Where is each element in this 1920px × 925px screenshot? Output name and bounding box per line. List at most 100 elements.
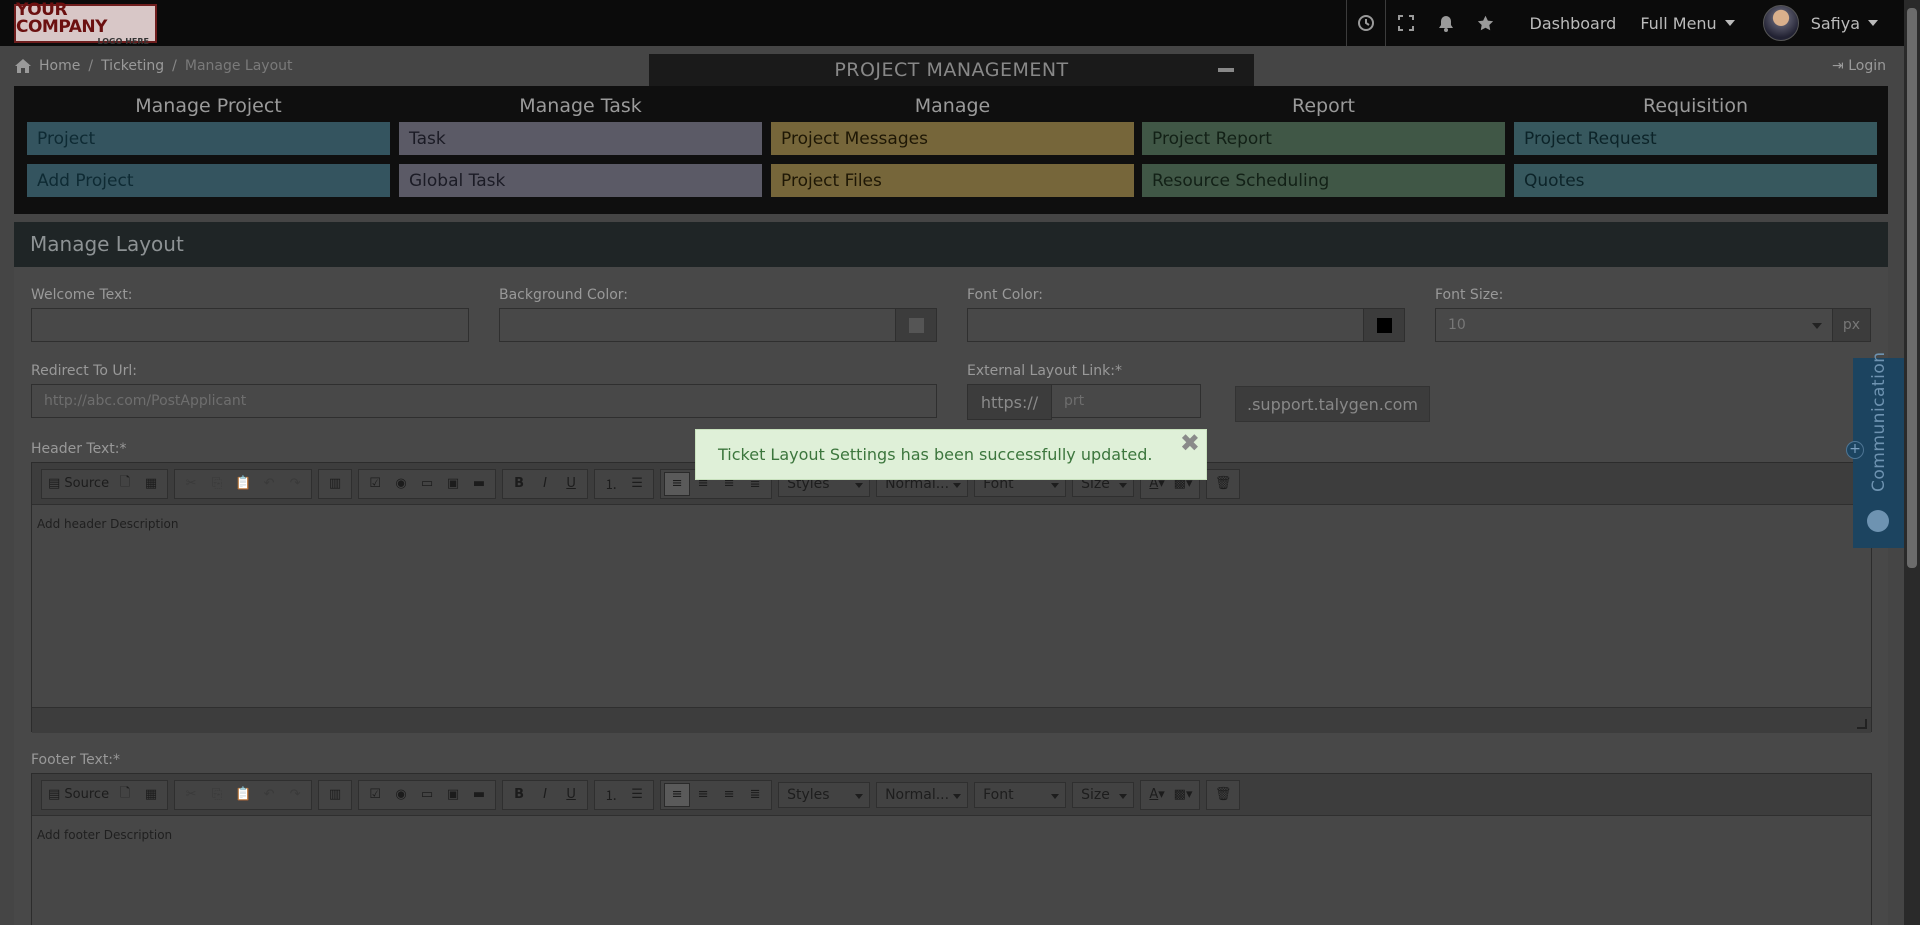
avatar[interactable]: [1762, 5, 1799, 41]
copy-icon[interactable]: ⎘: [204, 783, 230, 807]
undo-icon[interactable]: ↶: [256, 472, 282, 496]
image-button-icon[interactable]: ▣: [440, 472, 466, 496]
radio-icon[interactable]: ◉: [388, 472, 414, 496]
font-color-swatch[interactable]: [1363, 308, 1405, 342]
paste-icon[interactable]: 📋: [230, 783, 256, 807]
bulleted-list-icon[interactable]: ☰: [624, 783, 650, 807]
pm-item-project-files[interactable]: Project Files: [771, 164, 1134, 197]
trash-icon[interactable]: 🗑: [1210, 783, 1236, 807]
top-navbar: YOUR COMPANY LOGO HERE Dashboard Full Me…: [0, 0, 1904, 46]
dashboard-link[interactable]: Dashboard: [1530, 14, 1617, 33]
pm-item-quotes[interactable]: Quotes: [1514, 164, 1877, 197]
toolbar-group: B I U: [502, 779, 589, 810]
minimize-icon[interactable]: [1218, 68, 1234, 72]
align-right-icon[interactable]: ≡: [716, 783, 742, 807]
hidden-field-icon[interactable]: ▬: [466, 783, 492, 807]
redo-icon[interactable]: ↷: [282, 472, 308, 496]
image-button-icon[interactable]: ▣: [440, 783, 466, 807]
full-menu-dropdown[interactable]: Full Menu: [1640, 14, 1735, 33]
pm-item-resource-scheduling[interactable]: Resource Scheduling: [1142, 164, 1505, 197]
font-color-input[interactable]: [967, 308, 1364, 342]
pm-item-project-report[interactable]: Project Report: [1142, 122, 1505, 155]
align-left-icon[interactable]: ≡: [664, 782, 691, 807]
align-center-icon[interactable]: ≡: [690, 783, 716, 807]
bell-icon[interactable]: [1426, 0, 1466, 46]
plus-icon[interactable]: +: [1846, 441, 1864, 459]
login-link[interactable]: ⇥ Login: [1832, 58, 1886, 74]
checkbox-icon[interactable]: ☑: [362, 783, 388, 807]
welcome-text-input[interactable]: [31, 308, 469, 342]
format-dropdown[interactable]: Normal...: [876, 781, 969, 808]
pm-item-global-task[interactable]: Global Task: [399, 164, 762, 197]
external-layout-input[interactable]: prt: [1051, 384, 1201, 418]
header-editor-content[interactable]: Add header Description: [32, 505, 1871, 707]
undo-icon[interactable]: ↶: [256, 783, 282, 807]
pm-item-add-project[interactable]: Add Project: [27, 164, 390, 197]
star-icon[interactable]: [1466, 0, 1506, 46]
italic-button[interactable]: I: [532, 783, 558, 807]
form-icon[interactable]: ▥: [322, 783, 348, 807]
textfield-icon[interactable]: ▭: [414, 783, 440, 807]
bold-button[interactable]: B: [506, 783, 532, 807]
scrollbar-thumb[interactable]: [1907, 8, 1917, 568]
textfield-icon[interactable]: ▭: [414, 472, 440, 496]
chevron-down-icon: [1724, 20, 1735, 26]
footer-editor-content[interactable]: Add footer Description: [32, 816, 1871, 854]
template-icon[interactable]: ▦: [138, 472, 164, 496]
styles-dropdown[interactable]: Styles: [778, 781, 871, 808]
numbered-list-icon[interactable]: ⒈: [598, 783, 624, 807]
preview-icon[interactable]: 🗋: [112, 472, 138, 496]
pm-item-task[interactable]: Task: [399, 122, 762, 155]
trash-icon[interactable]: 🗑: [1210, 472, 1236, 496]
background-color-swatch[interactable]: [895, 308, 937, 342]
source-icon: ▤: [48, 787, 65, 802]
cut-icon[interactable]: ✂: [178, 472, 204, 496]
redirect-url-input[interactable]: http://abc.com/PostApplicant: [31, 384, 937, 418]
bold-button[interactable]: B: [506, 472, 532, 496]
source-button[interactable]: ▤ Source: [45, 472, 112, 496]
checkbox-icon[interactable]: ☑: [362, 472, 388, 496]
radio-icon[interactable]: ◉: [388, 783, 414, 807]
copy-icon[interactable]: ⎘: [204, 472, 230, 496]
header-text-label: Header Text:*: [31, 441, 127, 457]
breadcrumb-home[interactable]: Home: [39, 58, 80, 74]
user-menu[interactable]: Safiya: [1811, 14, 1878, 33]
resize-grip-icon[interactable]: [1857, 719, 1867, 729]
toolbar-group: 🗑: [1206, 468, 1241, 499]
company-logo[interactable]: YOUR COMPANY LOGO HERE: [14, 1, 157, 45]
close-icon[interactable]: ✖: [1180, 431, 1200, 455]
underline-button[interactable]: U: [558, 472, 584, 496]
fullscreen-icon[interactable]: [1386, 0, 1426, 46]
clock-icon[interactable]: [1345, 0, 1386, 46]
redirect-url-placeholder: http://abc.com/PostApplicant: [44, 393, 247, 409]
italic-button[interactable]: I: [532, 472, 558, 496]
cut-icon[interactable]: ✂: [178, 783, 204, 807]
communication-tab[interactable]: Communication +: [1846, 352, 1904, 548]
size-dropdown[interactable]: Size: [1072, 781, 1135, 808]
pm-item-project-request[interactable]: Project Request: [1514, 122, 1877, 155]
pm-item-project[interactable]: Project: [27, 122, 390, 155]
font-dropdown[interactable]: Font: [974, 781, 1067, 808]
preview-icon[interactable]: 🗋: [112, 783, 138, 807]
pm-col-report: Report Project Report Resource Schedulin…: [1142, 86, 1505, 206]
underline-button[interactable]: U: [558, 783, 584, 807]
source-button[interactable]: ▤ Source: [45, 783, 112, 807]
font-size-select[interactable]: 10: [1435, 308, 1833, 342]
toolbar-group: ✂ ⎘ 📋 ↶ ↷: [174, 468, 313, 499]
pm-item-project-messages[interactable]: Project Messages: [771, 122, 1134, 155]
justify-icon[interactable]: ≣: [742, 783, 768, 807]
hidden-field-icon[interactable]: ▬: [466, 472, 492, 496]
breadcrumb-ticketing[interactable]: Ticketing: [101, 58, 164, 74]
background-color-input[interactable]: [499, 308, 896, 342]
form-icon[interactable]: ▥: [322, 472, 348, 496]
numbered-list-icon[interactable]: ⒈: [598, 472, 624, 496]
redo-icon[interactable]: ↷: [282, 783, 308, 807]
background-color-icon[interactable]: ▩▾: [1170, 783, 1196, 807]
toast-message: Ticket Layout Settings has been successf…: [718, 445, 1153, 464]
template-icon[interactable]: ▦: [138, 783, 164, 807]
page-scrollbar[interactable]: [1904, 0, 1920, 925]
paste-icon[interactable]: 📋: [230, 472, 256, 496]
text-color-icon[interactable]: A ▾: [1144, 783, 1170, 807]
align-left-icon[interactable]: ≡: [664, 471, 691, 496]
bulleted-list-icon[interactable]: ☰: [624, 472, 650, 496]
